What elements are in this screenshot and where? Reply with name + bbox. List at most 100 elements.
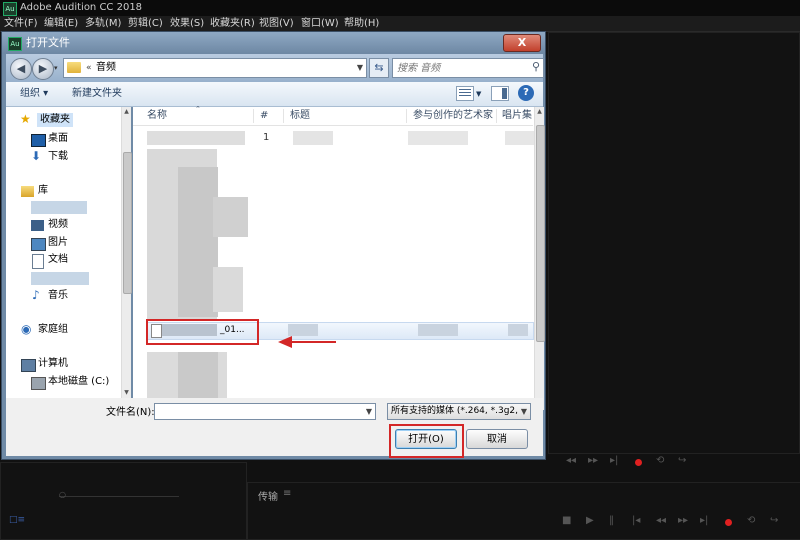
back-arrow-icon[interactable]: ◀ [10, 58, 32, 80]
navigation-pane: ★ 收藏夹 桌面 ⬇ 下载 库 视频 图片 文档 ♪ 音乐 ◉ 家庭组 计算机 … [6, 107, 132, 398]
nav-music[interactable]: 音乐 [48, 289, 68, 303]
disk-icon [31, 377, 46, 390]
slider-handle-icon[interactable]: ○ [59, 490, 66, 499]
preview-pane-icon[interactable] [491, 86, 509, 101]
skip-end-icon[interactable]: ▸| [610, 455, 618, 466]
filetype-dropdown-icon[interactable]: ▼ [521, 404, 527, 419]
red-arrow-icon [278, 336, 336, 348]
nav-documents[interactable]: 文档 [48, 253, 68, 267]
forward-lower-icon[interactable]: ▸▸ [678, 515, 688, 526]
nav-scrollbar[interactable]: ▲ ▼ [121, 107, 132, 398]
skip-start-icon[interactable]: |◂ [632, 515, 640, 526]
pause-icon[interactable]: ‖ [609, 515, 614, 526]
file-scroll-up-icon[interactable]: ▲ [535, 107, 544, 117]
nav-homegroup[interactable]: 家庭组 [38, 323, 68, 337]
skip-end-lower-icon[interactable]: ▸| [700, 515, 708, 526]
menu-favorites[interactable]: 收藏夹(R) [210, 16, 255, 31]
volume-slider-track [59, 496, 179, 497]
row-1-number: 1 [263, 132, 270, 143]
rewind-lower-icon[interactable]: ◂◂ [656, 515, 666, 526]
hamburger-icon[interactable]: ≡ [283, 488, 291, 499]
view-options-icon[interactable] [456, 86, 474, 101]
address-bar[interactable]: « 音频 ▼ [63, 58, 367, 78]
filename-dropdown-icon[interactable]: ▼ [366, 404, 372, 419]
col-name[interactable]: 名称 [147, 107, 167, 125]
list-view-icon[interactable]: □≡ [9, 515, 25, 525]
transport-label: 传输 [258, 492, 278, 503]
files-panel-bg: ○ □≡ [0, 462, 247, 540]
record-lower-icon[interactable] [725, 519, 732, 526]
blurred-file-list [178, 167, 218, 317]
nav-pictures[interactable]: 图片 [48, 236, 68, 250]
refresh-icon[interactable]: ⇆ [369, 58, 389, 78]
nav-favorites[interactable]: 收藏夹 [37, 113, 73, 127]
library-icon [21, 186, 34, 197]
skip-lower-icon[interactable]: ↪ [770, 515, 778, 526]
new-folder-button[interactable]: 新建文件夹 [72, 82, 122, 106]
address-dropdown-icon[interactable]: ▼ [357, 59, 363, 77]
menu-window[interactable]: 窗口(W) [301, 16, 339, 31]
play-icon[interactable]: ▶ [586, 515, 594, 526]
rewind-icon[interactable]: ◂◂ [566, 455, 576, 466]
blurred-file-name [147, 131, 245, 145]
menu-file[interactable]: 文件(F) [4, 16, 38, 31]
search-input[interactable] [395, 60, 525, 76]
editor-panel-bg [548, 32, 800, 454]
menu-view[interactable]: 视图(V) [259, 16, 294, 31]
scroll-down-icon[interactable]: ▼ [122, 388, 131, 398]
documents-icon [32, 254, 44, 269]
homegroup-icon: ◉ [21, 322, 32, 336]
file-scrollbar-thumb[interactable] [536, 125, 545, 342]
open-file-dialog: Au 打开文件 X ◀ ▶ ▾ « 音频 ▼ ⇆ ⚲ 组织 ▾ 新建文件夹 ▼ [1, 31, 546, 460]
audition-dialog-icon: Au [8, 37, 22, 51]
record-icon[interactable] [635, 459, 642, 466]
nav-desktop[interactable]: 桌面 [48, 132, 68, 146]
menu-multitrack[interactable]: 多轨(M) [85, 16, 121, 31]
nav-downloads[interactable]: 下载 [48, 150, 68, 164]
col-title[interactable]: 标题 [290, 107, 310, 125]
nav-local-disk[interactable]: 本地磁盘 (C:) [48, 375, 109, 389]
menu-effects[interactable]: 效果(S) [170, 16, 204, 31]
search-box[interactable]: ⚲ [392, 58, 544, 78]
organize-button[interactable]: 组织 ▾ [20, 82, 48, 106]
nav-computer[interactable]: 计算机 [38, 357, 68, 371]
skip-icon[interactable]: ↪ [678, 455, 686, 466]
menu-help[interactable]: 帮助(H) [344, 16, 379, 31]
nav-videos[interactable]: 视频 [48, 218, 68, 232]
app-title-bar: Au Adobe Audition CC 2018 [0, 0, 800, 16]
cancel-button[interactable]: 取消 [466, 429, 528, 449]
help-icon[interactable]: ? [518, 85, 534, 101]
nav-libraries[interactable]: 库 [38, 184, 48, 198]
fast-forward-icon[interactable]: ▸▸ [588, 455, 598, 466]
computer-icon [21, 359, 36, 372]
address-path[interactable]: 音频 [96, 59, 116, 77]
loop-icon[interactable]: ⟲ [656, 455, 664, 466]
nav-scrollbar-thumb[interactable] [123, 152, 132, 294]
view-dropdown-icon[interactable]: ▼ [476, 82, 481, 106]
file-scrollbar[interactable]: ▲ ▼ [534, 107, 545, 410]
filetype-value: 所有支持的媒体 (*.264, *.3g2, [391, 406, 519, 416]
filetype-select[interactable]: 所有支持的媒体 (*.264, *.3g2, ▼ [387, 403, 531, 420]
history-dropdown-icon[interactable]: ▾ [54, 64, 58, 72]
menu-clip[interactable]: 剪辑(C) [128, 16, 163, 31]
dialog-title: 打开文件 [26, 36, 70, 49]
menu-edit[interactable]: 编辑(E) [44, 16, 78, 31]
col-album[interactable]: 唱片集 [502, 107, 532, 125]
blurred-nav-item [31, 201, 87, 214]
scroll-up-icon[interactable]: ▲ [122, 107, 131, 117]
col-number[interactable]: # [260, 107, 268, 125]
blurred-album [505, 131, 535, 145]
stop-icon[interactable]: ■ [562, 515, 571, 526]
dialog-title-bar: Au 打开文件 X [2, 32, 545, 54]
path-separator: « [86, 63, 92, 73]
search-icon[interactable]: ⚲ [532, 60, 540, 73]
blurred-selected-artist [418, 324, 458, 336]
loop-lower-icon[interactable]: ⟲ [747, 515, 755, 526]
close-button[interactable]: X [503, 34, 541, 52]
sort-indicator-icon: ⌃ [195, 105, 201, 113]
filename-combobox[interactable]: ▼ [154, 403, 376, 420]
blurred-selected-album [508, 324, 528, 336]
col-artist[interactable]: 参与创作的艺术家 [413, 107, 493, 125]
forward-arrow-icon[interactable]: ▶ [32, 58, 54, 80]
desktop-icon [31, 134, 46, 147]
